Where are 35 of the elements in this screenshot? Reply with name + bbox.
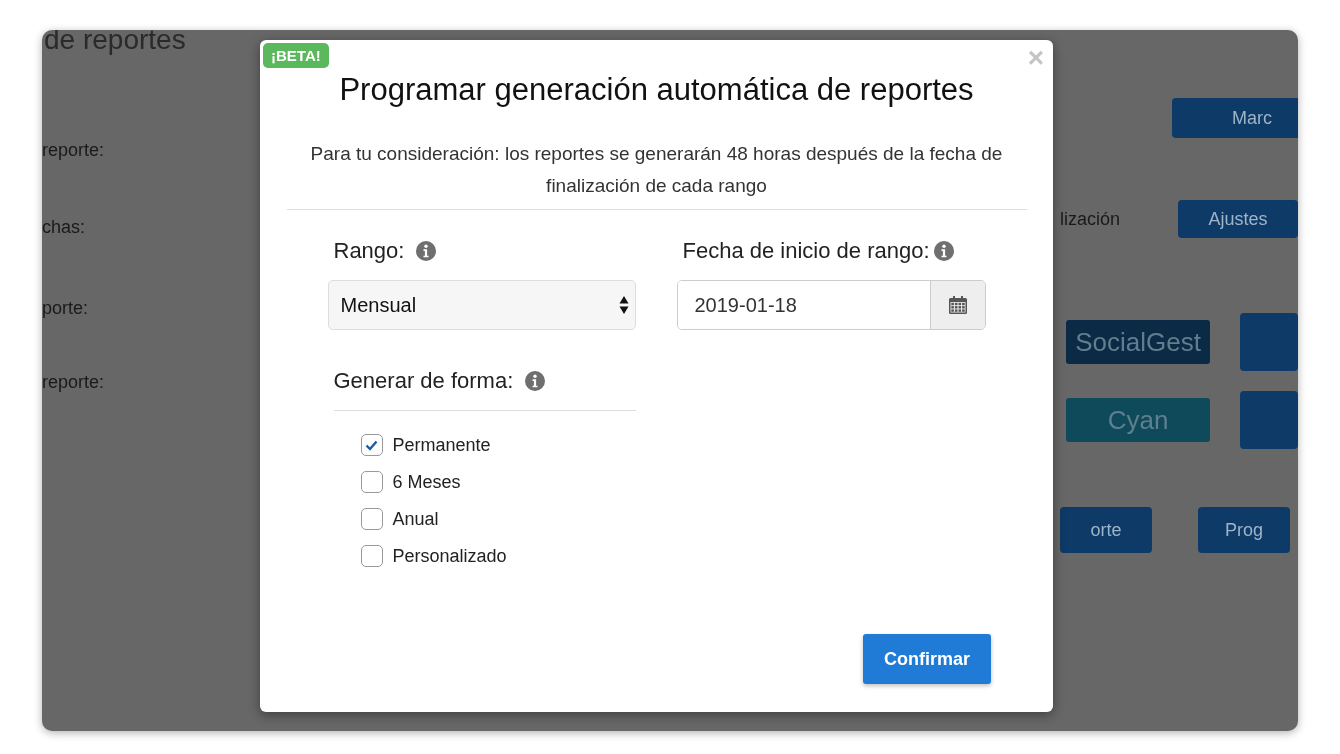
field-label: chas: (42, 217, 87, 238)
checkbox-option[interactable]: 6 Meses (360, 471, 461, 493)
field-label: reporte: (42, 140, 106, 161)
action-button[interactable]: orte (1060, 507, 1152, 553)
info-icon[interactable] (525, 371, 546, 391)
checkbox[interactable] (360, 434, 383, 456)
modal-title: Programar generación automática de reportes (339, 72, 974, 108)
range-label: Rango: (333, 238, 405, 264)
checkmark-icon (365, 439, 378, 451)
sort-caret-icon (618, 295, 629, 315)
setting-label: lización (1060, 208, 1121, 230)
calendar-icon[interactable] (947, 295, 968, 315)
beta-badge: ¡BETA! (263, 43, 329, 68)
date-field[interactable]: 2019-01-18 (676, 280, 986, 330)
color-tile[interactable] (1240, 391, 1298, 449)
range-select[interactable]: Mensual (327, 280, 636, 330)
field-label: reporte: (42, 372, 106, 393)
checkbox-option[interactable]: Personalizado (360, 545, 507, 567)
checkbox[interactable] (360, 545, 383, 567)
confirm-button[interactable]: Confirmar (863, 634, 991, 684)
checkbox[interactable] (360, 508, 383, 530)
mode-label: Generar de forma: (333, 368, 514, 394)
checkbox-option[interactable]: Anual (360, 508, 439, 530)
action-button[interactable]: Prog (1198, 507, 1290, 553)
color-tile[interactable] (1240, 313, 1298, 371)
info-icon[interactable] (416, 241, 437, 261)
note-text: Para tu consideración: los reportes se generarán 48 horas después de la fecha de finalización de cada rango (309, 142, 1004, 198)
checkbox-option[interactable]: Permanente (360, 434, 491, 456)
checkbox[interactable] (360, 471, 383, 493)
info-icon[interactable] (933, 241, 954, 261)
settings-button[interactable]: Ajustes (1178, 200, 1298, 238)
field-label: porte: (42, 298, 90, 319)
logo-tile[interactable]: SocialGest (1066, 320, 1211, 364)
brand-button[interactable]: Marc (1172, 98, 1298, 138)
start-date-label: Fecha de inicio de rango: (682, 238, 930, 264)
